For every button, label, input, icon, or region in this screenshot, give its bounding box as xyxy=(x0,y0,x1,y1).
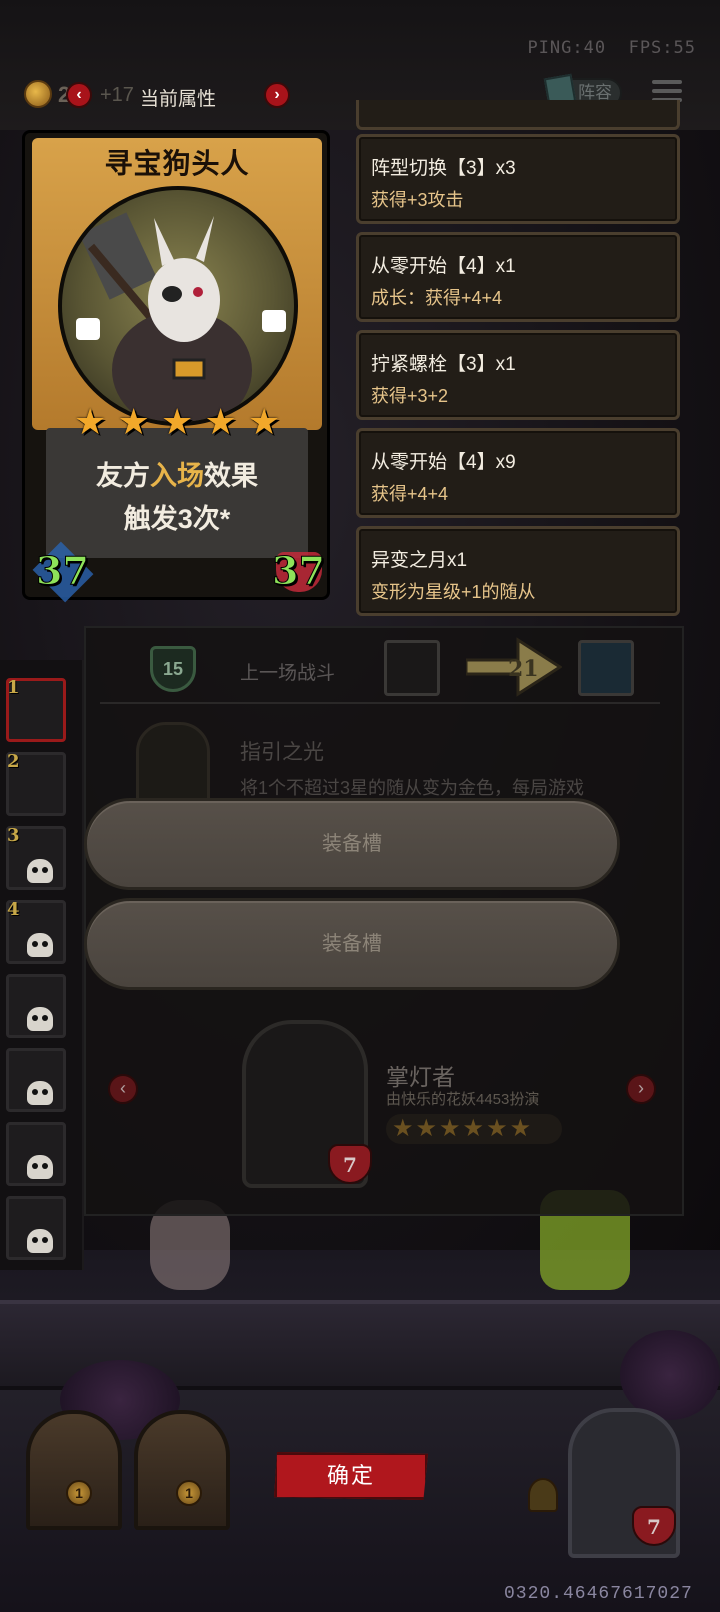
confirm-button[interactable]: 确定 xyxy=(274,1452,428,1500)
ping-fps-readout: PING:40 FPS:55 xyxy=(527,38,696,58)
star-icon: ★ xyxy=(248,401,281,442)
next-attr-button[interactable]: › xyxy=(264,82,290,108)
player-rating-stars: ★ ★ ★ ★ ★ ★ xyxy=(386,1114,562,1144)
hero-power-desc: 将1个不超过3星的随从变为金色，每局游戏 xyxy=(240,778,585,798)
rank-number: 2 xyxy=(7,751,20,772)
skull-icon xyxy=(27,1081,53,1105)
star-icon: ★ xyxy=(117,401,150,442)
buff-item: 阵型切换【3】x3 获得+3攻击 xyxy=(356,134,680,224)
skull-icon xyxy=(27,1007,53,1031)
rank-item[interactable] xyxy=(6,974,66,1038)
buff-desc: 获得+3+2 xyxy=(371,386,449,406)
lantern-icon xyxy=(136,722,210,806)
rank-item[interactable] xyxy=(6,1048,66,1112)
buff-desc: 变形为星级+1的随从 xyxy=(371,582,536,602)
rank-number: 1 xyxy=(7,677,20,698)
prev-player-button[interactable]: ‹ xyxy=(108,1074,138,1104)
star-icon: ★ xyxy=(161,401,194,442)
rank-item[interactable]: 4 xyxy=(6,899,66,964)
door-coin-right: 1 xyxy=(176,1480,202,1506)
tavern-door-right xyxy=(134,1410,230,1530)
flower-bush xyxy=(620,1330,720,1420)
minion-effect-box: 友方入场效果 触发3次* xyxy=(46,428,308,558)
rank-item[interactable]: 1 xyxy=(6,677,66,742)
buff-name: 阵型切换【3】x3 xyxy=(371,158,516,179)
star-icon: ★ xyxy=(204,401,237,442)
rank-number: 3 xyxy=(7,825,20,846)
buff-item: 从零开始【4】x9 获得+4+4 xyxy=(356,428,680,518)
star-icon: ★ xyxy=(462,1115,485,1142)
buff-desc: 获得+3攻击 xyxy=(371,190,464,210)
rank-item[interactable] xyxy=(6,1122,66,1186)
gold-coin-icon xyxy=(24,80,52,108)
buff-name: 异变之月x1 xyxy=(371,550,468,571)
star-icon: ★ xyxy=(74,401,107,442)
kobold-portrait-art xyxy=(76,212,286,422)
last-battle-label: 上一场战斗 xyxy=(240,663,336,684)
rank-item[interactable] xyxy=(6,1196,66,1260)
skull-icon xyxy=(27,1155,53,1179)
buff-item-partial xyxy=(356,100,680,130)
equipment-slot-2[interactable]: 装备槽 xyxy=(84,898,620,990)
hero-power-title: 指引之光 xyxy=(240,741,324,764)
skull-icon xyxy=(27,1229,53,1253)
effect-line-2: 触发3次* xyxy=(123,504,231,534)
tavern-door-left xyxy=(26,1410,122,1530)
session-id: 0320.46467617027 xyxy=(504,1584,693,1604)
battle-result-value: 21 xyxy=(508,656,539,682)
gold-income: +17 xyxy=(100,84,134,106)
door-coin-left: 1 xyxy=(66,1480,92,1506)
star-icon: ★ xyxy=(439,1115,461,1142)
buff-item: 拧紧螺栓【3】x1 获得+3+2 xyxy=(356,330,680,420)
skull-icon xyxy=(27,859,53,883)
buff-item: 异变之月x1 变形为星级+1的随从 xyxy=(356,526,680,616)
player-played-by: 由快乐的花妖4453扮演 xyxy=(386,1091,540,1108)
next-player-button[interactable]: › xyxy=(626,1074,656,1104)
prev-attr-button[interactable]: ‹ xyxy=(66,82,92,108)
rank-item[interactable]: 2 xyxy=(6,751,66,816)
effect-line-1: 友方入场效果 xyxy=(96,461,258,491)
tavern-tier-icon xyxy=(528,1478,558,1512)
shield-level-badge: 15 xyxy=(150,646,196,692)
buff-name: 从零开始【4】x9 xyxy=(371,452,516,473)
star-icon: ★ xyxy=(509,1115,532,1142)
minion-star-rating: ★ ★ ★ ★ ★ xyxy=(74,404,284,444)
minion-attack: 37 xyxy=(36,548,90,594)
star-icon: ★ xyxy=(486,1115,508,1142)
minion-portrait xyxy=(58,186,298,426)
last-opponent-thumbnail xyxy=(384,640,440,696)
star-icon: ★ xyxy=(392,1115,414,1142)
buff-item: 从零开始【4】x1 成长：获得+4+4 xyxy=(356,232,680,322)
buff-desc: 获得+4+4 xyxy=(371,484,449,504)
equipment-slot-1[interactable]: 装备槽 xyxy=(84,798,620,890)
skull-icon xyxy=(27,933,53,957)
attr-title: 当前属性 xyxy=(140,89,217,110)
rank-number: 4 xyxy=(7,899,20,920)
result-opponent-thumbnail xyxy=(578,640,634,696)
minion-health: 37 xyxy=(272,548,326,594)
buff-name: 从零开始【4】x1 xyxy=(371,256,516,277)
buff-name: 拧紧螺栓【3】x1 xyxy=(371,354,516,375)
star-icon: ★ xyxy=(415,1115,438,1142)
player-hero-name: 掌灯者 xyxy=(386,1064,455,1090)
rank-item[interactable]: 3 xyxy=(6,825,66,890)
buff-desc: 成长：获得+4+4 xyxy=(371,288,503,308)
minion-name: 寻宝狗头人 xyxy=(104,148,250,179)
